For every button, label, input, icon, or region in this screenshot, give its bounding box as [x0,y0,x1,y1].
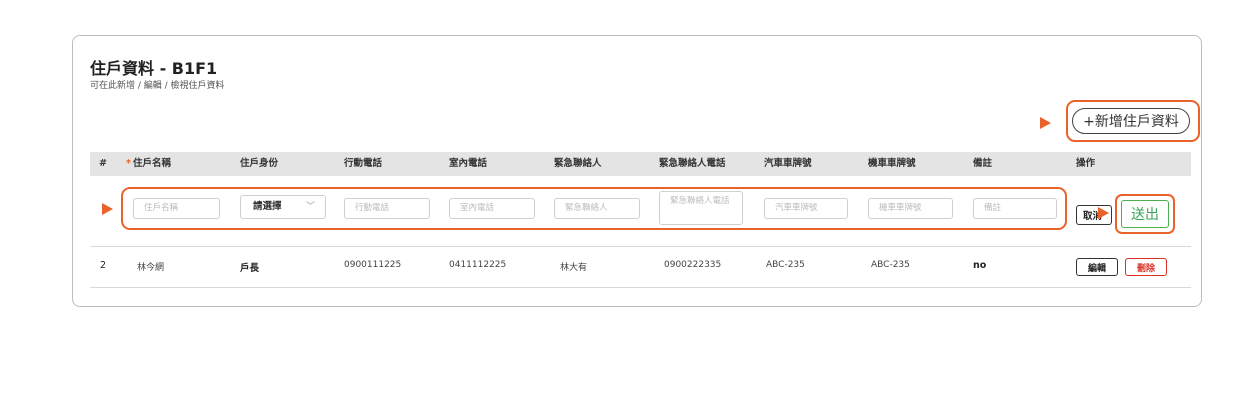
row-emergency-contact: 林大有 [560,263,588,273]
row-emergency-phone: 0900222335 [664,260,722,270]
note-input[interactable]: 備註 [973,198,1057,219]
row-note: no [973,260,987,271]
scooter-plate-input[interactable]: 機車車牌號 [868,198,953,219]
car-plate-input[interactable]: 汽車車牌號 [764,198,848,219]
column-header-emergency-phone: 緊急聯絡人電話 [659,158,726,169]
identity-select[interactable]: 請選擇 ﹀ [240,195,326,219]
column-header-note: 備註 [973,158,993,169]
identity-select-value: 請選擇 [253,201,282,212]
column-header-home-phone: 室內電話 [449,158,488,169]
column-header-actions: 操作 [1076,158,1096,169]
add-resident-button[interactable]: +新增住戶資料 [1072,108,1190,134]
page-title: 住戶資料 - B1F1 [90,59,218,78]
mobile-input[interactable]: 行動電話 [344,198,430,219]
row-divider [90,246,1191,247]
row-identity: 戶長 [240,263,260,274]
column-header-identity: 住戶身份 [240,158,279,169]
row-car-plate: ABC-235 [766,260,805,270]
row-home-phone: 0411112225 [449,260,507,270]
column-header-car-plate: 汽車車牌號 [764,158,812,169]
edit-button[interactable]: 編輯 [1076,258,1118,276]
pointer-arrow-icon [1098,207,1109,219]
pointer-arrow-icon [102,203,113,215]
column-header-emergency-contact: 緊急聯絡人 [554,158,602,169]
pointer-arrow-icon [1040,117,1051,129]
page-subtitle: 可在此新增 / 編輯 / 檢視住戶資料 [90,81,225,91]
emergency-phone-input[interactable]: 緊急聯絡人電話 [659,191,743,225]
row-name: 林今網 [137,263,165,273]
emergency-contact-input[interactable]: 緊急聯絡人 [554,198,640,219]
name-input[interactable]: 住戶名稱 [133,198,220,219]
row-mobile: 0900111225 [344,260,402,270]
column-header-mobile: 行動電話 [344,158,383,169]
home-phone-input[interactable]: 室內電話 [449,198,535,219]
row-scooter-plate: ABC-235 [871,260,910,270]
column-header-name-label: 住戶名稱 [132,158,171,169]
row-divider [90,287,1191,288]
required-mark: * [126,158,131,169]
row-index: 2 [100,260,107,271]
submit-button[interactable]: 送出 [1121,200,1169,228]
delete-button[interactable]: 刪除 [1125,258,1167,276]
chevron-down-icon: ﹀ [305,202,315,212]
column-header-index: # [99,158,107,169]
column-header-scooter-plate: 機車車牌號 [868,158,916,169]
column-header-name: * 住戶名稱 [126,152,171,176]
